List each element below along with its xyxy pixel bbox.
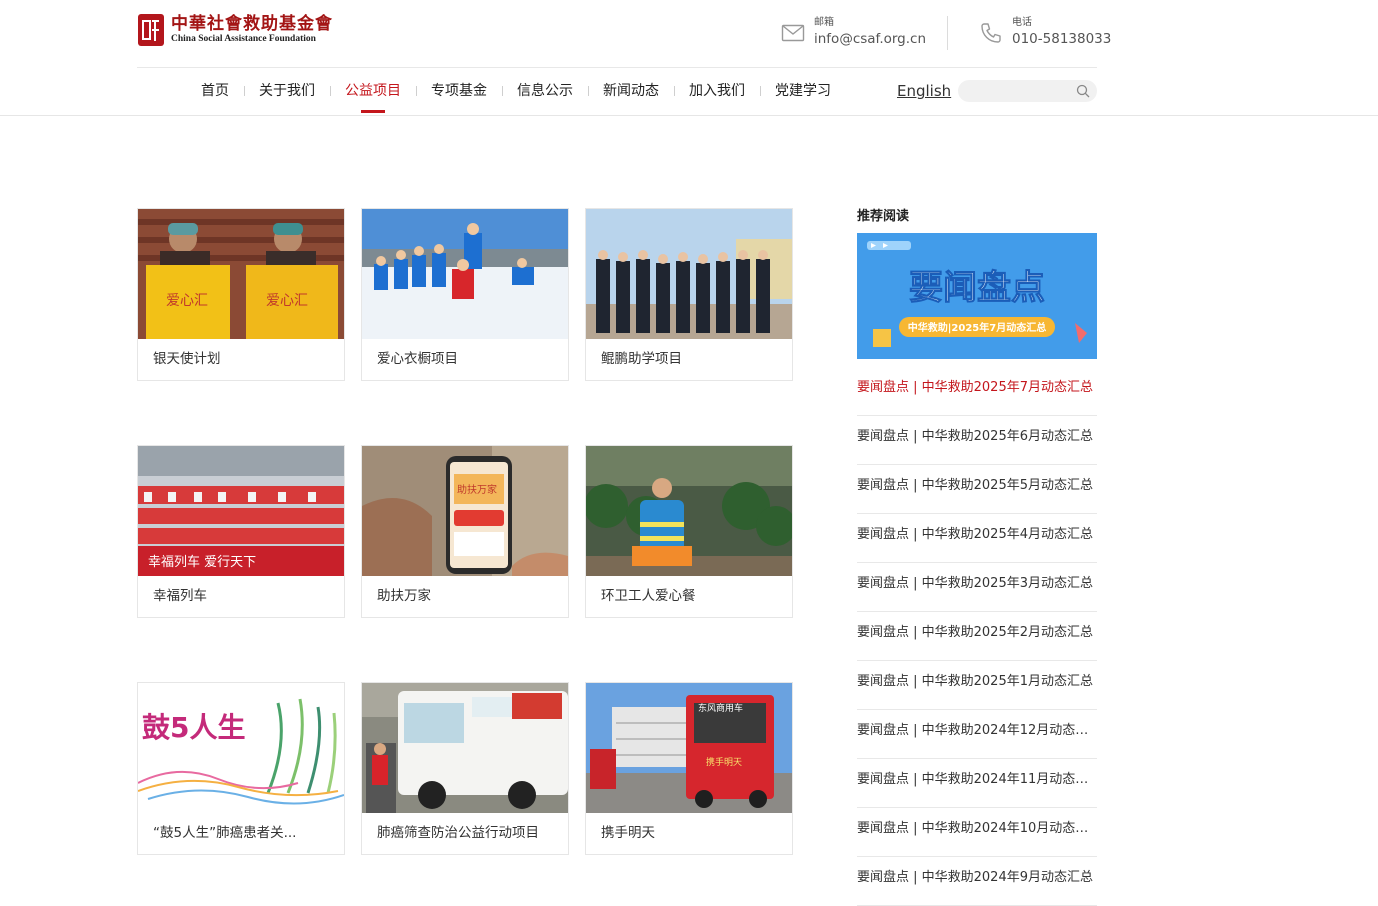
project-card[interactable]: 幸福列车 爱行天下 幸福列车 bbox=[137, 445, 345, 618]
bag-lettering: 爱心汇 bbox=[266, 293, 308, 309]
site-logo[interactable]: 中華社會救助基金會 China Social Assistance Founda… bbox=[137, 12, 333, 48]
project-card[interactable]: 爱心汇 爱心汇 银天使计划 bbox=[137, 208, 345, 381]
news-link[interactable]: 要闻盘点 | 中华救助2024年11月动态汇总 bbox=[857, 759, 1097, 808]
sidebar-title: 推荐阅读 bbox=[857, 209, 910, 224]
email-value[interactable]: info@csaf.org.cn bbox=[814, 29, 926, 49]
site-header: 中華社會救助基金會 China Social Assistance Founda… bbox=[0, 0, 1378, 116]
nav-item-join[interactable]: 加入我们 bbox=[674, 80, 760, 102]
news-list: 要闻盘点 | 中华救助2025年7月动态汇总 要闻盘点 | 中华救助2025年6… bbox=[857, 367, 1097, 906]
banner-title: 要闻盘点 bbox=[909, 268, 1045, 308]
project-title[interactable]: 助扶万家 bbox=[362, 576, 568, 616]
logo-mark-icon bbox=[138, 14, 164, 46]
news-link[interactable]: 要闻盘点 | 中华救助2024年12月动态汇总 bbox=[857, 710, 1097, 759]
header-rule bbox=[137, 67, 1097, 68]
news-banner-image[interactable]: 要闻盘点 中华救助|2025年7月动态汇总 bbox=[857, 233, 1097, 359]
phone-value: 010-58138033 bbox=[1012, 31, 1112, 47]
header-divider bbox=[947, 16, 948, 50]
english-link[interactable]: English bbox=[897, 82, 951, 100]
project-card[interactable]: 肺癌筛查防治公益行动项目 bbox=[361, 682, 569, 855]
project-title[interactable]: 银天使计划 bbox=[138, 339, 344, 379]
nav-item-projects[interactable]: 公益项目 bbox=[330, 80, 416, 113]
logo-chinese-name: 中華社會救助基金會 bbox=[171, 14, 333, 34]
project-card[interactable]: 环卫工人爱心餐 bbox=[585, 445, 793, 618]
news-link[interactable]: 要闻盘点 | 中华救助2024年10月动态汇总 bbox=[857, 808, 1097, 857]
app-screen-title: 助扶万家 bbox=[457, 483, 497, 496]
news-link[interactable]: 要闻盘点 | 中华救助2024年9月动态汇总 bbox=[857, 857, 1097, 906]
project-title[interactable]: 携手明天 bbox=[586, 813, 792, 853]
news-link[interactable]: 要闻盘点 | 中华救助2025年2月动态汇总 bbox=[857, 612, 1097, 661]
project-image-sanitation-meal bbox=[586, 446, 792, 576]
contact-email: 邮箱 info@csaf.org.cn bbox=[781, 16, 926, 49]
project-image-silver-angel: 爱心汇 爱心汇 bbox=[138, 209, 344, 339]
news-link[interactable]: 要闻盘点 | 中华救助2025年6月动态汇总 bbox=[857, 416, 1097, 465]
project-image-happiness-train: 幸福列车 爱行天下 bbox=[138, 446, 344, 576]
project-title[interactable]: 幸福列车 bbox=[138, 576, 344, 616]
bag-lettering: 爱心汇 bbox=[166, 293, 208, 309]
search-box bbox=[958, 80, 1097, 102]
news-link[interactable]: 要闻盘点 | 中华救助2025年7月动态汇总 bbox=[857, 367, 1097, 416]
news-link[interactable]: 要闻盘点 | 中华救助2025年3月动态汇总 bbox=[857, 563, 1097, 612]
project-card[interactable]: 鼓5人生 “鼓5人生”肺癌患者关... bbox=[137, 682, 345, 855]
project-image-wardrobe bbox=[362, 209, 568, 339]
project-image-help-families: 助扶万家 bbox=[362, 446, 568, 576]
nav-item-home[interactable]: 首页 bbox=[186, 80, 244, 102]
logo-english-name: China Social Assistance Foundation bbox=[171, 34, 316, 44]
project-card[interactable]: 鲲鹏助学项目 bbox=[585, 208, 793, 381]
contact-phone: 电话 010-58138033 bbox=[979, 16, 1111, 49]
news-link[interactable]: 要闻盘点 | 中华救助2025年5月动态汇总 bbox=[857, 465, 1097, 514]
train-banner-text: 幸福列车 爱行天下 bbox=[148, 554, 256, 570]
project-title[interactable]: 爱心衣橱项目 bbox=[362, 339, 568, 379]
project-image-gu5: 鼓5人生 bbox=[138, 683, 344, 813]
nav-item-funds[interactable]: 专项基金 bbox=[416, 80, 502, 102]
project-card[interactable]: 爱心衣橱项目 bbox=[361, 208, 569, 381]
search-input[interactable] bbox=[968, 80, 1078, 102]
project-title[interactable]: 肺癌筛查防治公益行动项目 bbox=[362, 813, 568, 853]
project-title[interactable]: “鼓5人生”肺癌患者关... bbox=[138, 813, 344, 853]
truck-sign: 东风商用车 bbox=[698, 702, 743, 714]
project-image-kunpeng bbox=[586, 209, 792, 339]
project-image-hand-in-hand: 东风商用车 携手明天 bbox=[586, 683, 792, 813]
project-title[interactable]: 鲲鹏助学项目 bbox=[586, 339, 792, 379]
nav-item-about[interactable]: 关于我们 bbox=[244, 80, 330, 102]
phone-icon bbox=[981, 23, 1001, 43]
gu5-slogan: 鼓5人生 bbox=[142, 711, 245, 744]
email-label: 邮箱 bbox=[814, 17, 834, 28]
project-card[interactable]: 东风商用车 携手明天 携手明天 bbox=[585, 682, 793, 855]
mail-icon bbox=[781, 24, 805, 42]
news-link[interactable]: 要闻盘点 | 中华救助2025年1月动态汇总 bbox=[857, 661, 1097, 710]
nav-item-news[interactable]: 新闻动态 bbox=[588, 80, 674, 102]
project-image-lung-screening bbox=[362, 683, 568, 813]
project-card[interactable]: 助扶万家 助扶万家 bbox=[361, 445, 569, 618]
phone-label: 电话 bbox=[1012, 17, 1032, 28]
truck-banner: 携手明天 bbox=[706, 756, 742, 768]
nav-item-disclosure[interactable]: 信息公示 bbox=[502, 80, 588, 102]
search-icon[interactable] bbox=[1076, 84, 1090, 98]
nav-item-party[interactable]: 党建学习 bbox=[760, 80, 846, 102]
main-nav: 首页 关于我们 公益项目 专项基金 信息公示 新闻动态 加入我们 党建学习 bbox=[186, 80, 846, 113]
project-title[interactable]: 环卫工人爱心餐 bbox=[586, 576, 792, 616]
recommended-sidebar: 推荐阅读 要闻盘点 中华救助|2025年7月动态汇总 要闻盘点 | 中华救助20… bbox=[857, 208, 1097, 906]
news-link[interactable]: 要闻盘点 | 中华救助2025年4月动态汇总 bbox=[857, 514, 1097, 563]
banner-subtitle: 中华救助|2025年7月动态汇总 bbox=[908, 321, 1046, 334]
